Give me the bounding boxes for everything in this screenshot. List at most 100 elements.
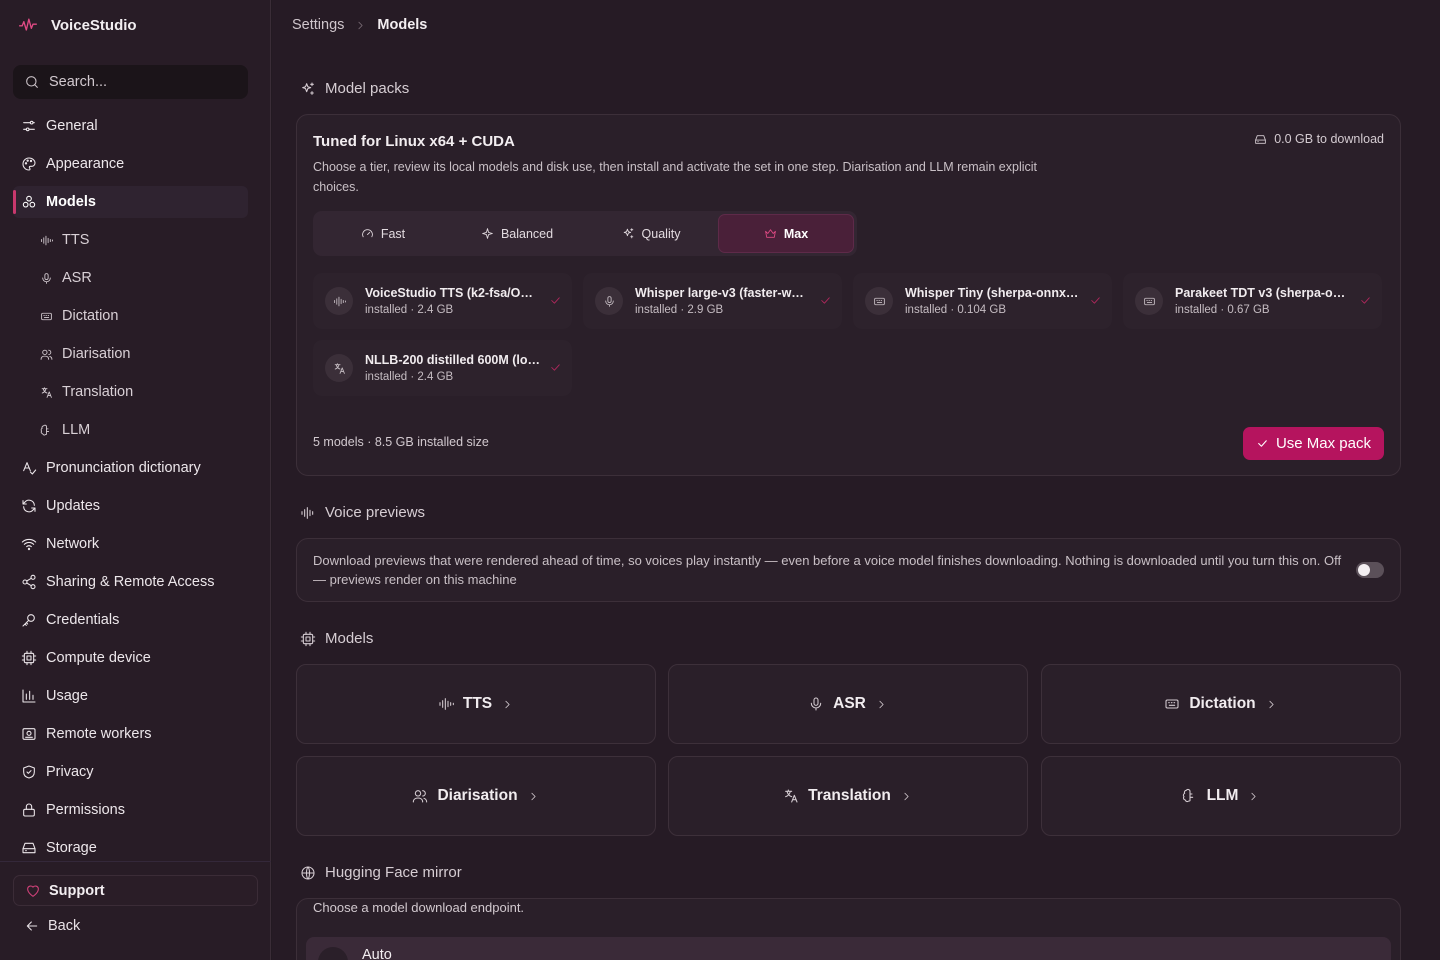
sidebar-item-privacy[interactable]: Privacy	[13, 756, 248, 788]
model-meta: installed · 2.9 GB	[635, 304, 724, 316]
model-button-label: Translation	[808, 787, 891, 804]
sidebar-item-label: TTS	[62, 232, 90, 248]
keyboard-icon	[40, 310, 53, 323]
model-button-label: ASR	[833, 695, 866, 712]
section-models: Models	[300, 630, 373, 647]
sidebar-item-updates[interactable]: Updates	[13, 490, 248, 522]
check-icon	[819, 294, 832, 307]
sidebar-item-asr[interactable]: ASR	[13, 262, 248, 294]
sidebar-item-permissions[interactable]: Permissions	[13, 794, 248, 826]
app-name: VoiceStudio	[51, 16, 137, 34]
models-dictation-button[interactable]: Dictation	[1041, 664, 1401, 744]
models-translation-button[interactable]: Translation	[668, 756, 1028, 836]
models-tts-button[interactable]: TTS	[296, 664, 656, 744]
globe-icon	[300, 865, 316, 881]
audio-lines-icon	[40, 234, 53, 247]
sidebar-item-sharing[interactable]: Sharing & Remote Access	[13, 566, 248, 598]
hf-mirror-card: Choose a model download endpoint. Auto	[296, 898, 1401, 960]
tier-quality[interactable]: Quality	[584, 214, 718, 253]
hf-option-auto[interactable]: Auto	[306, 937, 1391, 960]
sidebar-item-compute[interactable]: Compute device	[13, 642, 248, 674]
languages-icon	[783, 788, 799, 804]
sidebar-item-tts[interactable]: TTS	[13, 224, 248, 256]
tier-label: Balanced	[500, 226, 554, 241]
sidebar-item-storage[interactable]: Storage	[13, 832, 248, 864]
sidebar-item-general[interactable]: General	[13, 110, 248, 142]
back-button[interactable]: Back	[24, 918, 80, 934]
voice-previews-card: Download previews that were rendered ahe…	[296, 538, 1401, 602]
sidebar-item-network[interactable]: Network	[13, 528, 248, 560]
main-content: Settings Models Model packs Tuned for Li…	[272, 0, 1440, 960]
breadcrumb-settings[interactable]: Settings	[292, 17, 344, 33]
sidebar-divider	[0, 861, 271, 862]
sidebar-item-remote-workers[interactable]: Remote workers	[13, 718, 248, 750]
model-meta: installed · 2.4 GB	[365, 304, 454, 316]
app-brand[interactable]: VoiceStudio	[18, 15, 137, 35]
sidebar-item-translation[interactable]: Translation	[13, 376, 248, 408]
chevron-right-icon	[354, 19, 367, 32]
model-meta: installed · 0.104 GB	[905, 304, 1007, 316]
search-input[interactable]	[49, 74, 229, 90]
tier-label: Max	[783, 226, 809, 241]
sidebar-item-label: Appearance	[46, 156, 125, 172]
pack-model-tile[interactable]: VoiceStudio TTS (k2-fsa/OmniVoice) insta…	[313, 273, 572, 329]
search-icon	[24, 74, 40, 90]
voice-previews-description: Download previews that were rendered ahe…	[313, 553, 1342, 587]
shield-icon	[21, 764, 37, 780]
download-size-label: 0.0 GB to download	[1274, 132, 1384, 146]
sidebar-item-label: Pronunciation dictionary	[46, 460, 201, 476]
pack-model-tile[interactable]: NLLB-200 distilled 600M (local) installe…	[313, 340, 572, 396]
sidebar-item-credentials[interactable]: Credentials	[13, 604, 248, 636]
sidebar-item-dictation[interactable]: Dictation	[13, 300, 248, 332]
option-radio[interactable]	[318, 947, 348, 960]
sparkles-icon	[622, 227, 635, 240]
users-icon	[40, 348, 53, 361]
pack-model-tile[interactable]: Whisper Tiny (sherpa-onnx streaming) ins…	[853, 273, 1112, 329]
sidebar-item-label: Models	[46, 194, 96, 210]
toggle-knob	[1358, 564, 1370, 576]
arrow-left-icon	[24, 918, 40, 934]
support-button[interactable]: Support	[13, 875, 258, 906]
users-icon	[412, 788, 428, 804]
languages-icon	[40, 386, 53, 399]
tier-fast[interactable]: Fast	[316, 214, 450, 253]
pack-model-tile[interactable]: Parakeet TDT v3 (sherpa-onnx) installed …	[1123, 273, 1382, 329]
cpu-icon	[300, 631, 316, 647]
section-hf-mirror: Hugging Face mirror	[300, 864, 462, 881]
sidebar-item-label: Translation	[62, 384, 134, 400]
models-asr-button[interactable]: ASR	[668, 664, 1028, 744]
section-model-packs: Model packs	[300, 80, 409, 97]
audio-lines-icon	[438, 696, 454, 712]
sidebar-item-models[interactable]: Models	[13, 186, 248, 218]
tier-max[interactable]: Max	[718, 214, 854, 253]
check-icon	[1089, 294, 1102, 307]
sidebar-item-usage[interactable]: Usage	[13, 680, 248, 712]
use-max-pack-button[interactable]: Use Max pack	[1242, 427, 1384, 460]
models-diarisation-button[interactable]: Diarisation	[296, 756, 656, 836]
sidebar-item-label: Compute device	[46, 650, 151, 666]
chevron-right-icon	[527, 790, 540, 803]
cpu-icon	[21, 650, 37, 666]
pack-platform-title: Tuned for Linux x64 + CUDA	[313, 133, 515, 150]
sidebar-item-pronunciation[interactable]: Pronunciation dictionary	[13, 452, 248, 484]
voice-previews-toggle[interactable]	[1356, 562, 1384, 578]
hard-drive-icon	[1254, 133, 1267, 146]
sidebar-item-label: Permissions	[46, 802, 125, 818]
sidebar-item-diarisation[interactable]: Diarisation	[13, 338, 248, 370]
languages-icon	[325, 354, 353, 382]
tier-balanced[interactable]: Balanced	[450, 214, 584, 253]
sidebar-item-label: LLM	[62, 422, 91, 438]
sidebar-item-label: Updates	[46, 498, 101, 514]
search-box[interactable]	[13, 65, 248, 99]
pack-model-tile[interactable]: Whisper large-v3 (faster-whisper) instal…	[583, 273, 842, 329]
keyboard-icon	[865, 287, 893, 315]
server-icon	[21, 726, 37, 742]
section-title: Voice previews	[325, 504, 426, 521]
audio-lines-icon	[300, 505, 316, 521]
download-size: 0.0 GB to download	[1254, 132, 1384, 146]
waveform-logo-icon	[18, 15, 38, 35]
models-llm-button[interactable]: LLM	[1041, 756, 1401, 836]
sidebar-item-appearance[interactable]: Appearance	[13, 148, 248, 180]
share-icon	[21, 574, 37, 590]
sidebar-item-llm[interactable]: LLM	[13, 414, 248, 446]
